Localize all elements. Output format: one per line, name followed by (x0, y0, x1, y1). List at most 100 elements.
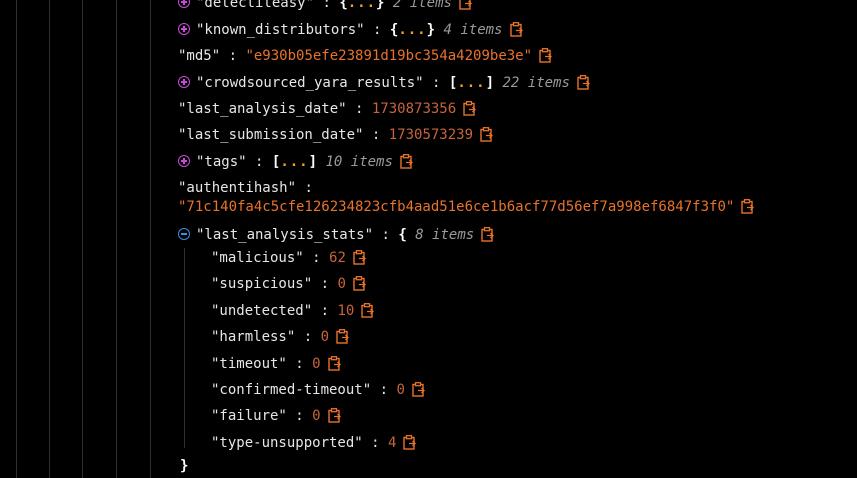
json-key: "malicious" (211, 250, 304, 266)
json-row-md5: "md5" : "e930b05efe23891d19bc354a4209be3… (178, 46, 552, 66)
json-key: "last_analysis_stats" (196, 227, 374, 243)
copy-icon[interactable] (336, 329, 349, 344)
json-separator: : (286, 408, 313, 424)
json-number-value: 1730873356 (371, 101, 457, 117)
expand-icon[interactable] (178, 155, 190, 167)
copy-icon[interactable] (463, 101, 477, 116)
stat-row-undetected: "undetected" : 10 (211, 301, 375, 321)
json-separator: : (314, 0, 340, 11)
json-key: "failure" (211, 408, 287, 424)
json-key: "timeout" (211, 356, 287, 372)
json-row-authentihash-key: "authentihash" : (178, 178, 313, 198)
json-key: "md5" (178, 48, 221, 64)
json-row-known-distributors: "known_distributors" : {...} 4 items (178, 20, 523, 40)
json-number-value: 4 (388, 435, 397, 451)
json-separator: : (364, 22, 390, 38)
json-separator: : (296, 180, 313, 196)
copy-icon[interactable] (353, 276, 366, 291)
stat-row-timeout: "timeout" : 0 (211, 354, 341, 374)
json-row-detectiteasy: "detectiteasy" : {...} 2 items (178, 0, 472, 13)
expand-icon[interactable] (178, 0, 190, 8)
copy-icon[interactable] (741, 199, 755, 214)
json-row-authentihash-value: "71c140fa4c5cfe126234823cfb4aad51e6ce1b6… (178, 197, 755, 217)
copy-icon[interactable] (403, 435, 417, 450)
json-separator: : (312, 303, 338, 319)
json-key: "last_submission_date" (178, 127, 364, 143)
json-number-value: 0 (312, 356, 321, 372)
copy-icon[interactable] (577, 75, 590, 90)
json-row-last-analysis-stats: "last_analysis_stats" : { 8 items (178, 225, 495, 245)
copy-icon[interactable] (400, 154, 413, 169)
stat-row-failure: "failure" : 0 (211, 406, 341, 426)
expand-icon[interactable] (178, 76, 190, 88)
indent-guide (16, 0, 17, 478)
json-separator: : (362, 435, 389, 451)
item-count: 2 items (392, 0, 452, 11)
indent-guide (184, 248, 185, 448)
collapse-icon[interactable] (178, 228, 190, 240)
copy-icon[interactable] (412, 382, 425, 397)
close-brace: } (426, 22, 436, 38)
copy-icon[interactable] (539, 48, 552, 63)
stat-row-harmless: "harmless" : 0 (211, 327, 349, 347)
copy-icon[interactable] (480, 127, 493, 142)
copy-icon[interactable] (327, 408, 341, 423)
json-key: "type-unsupported" (211, 435, 363, 451)
json-separator: : (371, 382, 397, 398)
ellipsis[interactable]: ... (348, 0, 376, 11)
stat-row-type-unsupported: "type-unsupported" : 4 (211, 433, 417, 453)
json-number-value: 0 (320, 329, 330, 345)
json-number-value: 62 (329, 250, 346, 266)
json-row-tags: "tags" : [...] 10 items (178, 152, 413, 172)
indent-guide (82, 0, 83, 478)
close-brace: } (180, 458, 189, 474)
json-row-close-stats: } (180, 456, 188, 476)
json-key: "tags" (196, 154, 247, 170)
json-separator: : (295, 329, 321, 345)
copy-icon[interactable] (353, 250, 366, 265)
ellipsis[interactable]: ... (280, 154, 308, 170)
json-string-value: "e930b05efe23891d19bc354a4209be3e" (245, 48, 533, 64)
json-key: "authentihash" (178, 180, 297, 196)
copy-icon[interactable] (509, 22, 523, 37)
json-separator: : (373, 227, 399, 243)
json-separator: : (363, 127, 389, 143)
json-key: "suspicious" (211, 276, 313, 292)
json-key: "last_analysis_date" (178, 101, 347, 117)
copy-icon[interactable] (481, 227, 495, 242)
json-key: "confirmed-timeout" (211, 382, 372, 398)
json-number-value: 0 (337, 276, 346, 292)
item-count: 8 items (415, 227, 475, 243)
copy-icon[interactable] (327, 356, 341, 371)
json-key: "detectiteasy" (196, 0, 315, 11)
item-count: 10 items (325, 154, 393, 170)
json-separator: : (246, 154, 272, 170)
indent-guide (150, 0, 151, 478)
stat-row-malicious: "malicious" : 62 (211, 248, 366, 268)
item-count: 4 items (443, 22, 503, 38)
close-bracket: ] (485, 75, 495, 91)
json-number-value: 0 (396, 382, 405, 398)
json-number-value: 1730573239 (388, 127, 474, 143)
ellipsis[interactable]: ... (457, 75, 485, 91)
json-key: "crowdsourced_yara_results" (196, 75, 424, 91)
close-bracket: ] (308, 154, 318, 170)
json-separator: : (286, 356, 313, 372)
expand-icon[interactable] (178, 23, 190, 35)
json-separator: : (312, 276, 338, 292)
json-row-last-submission-date: "last_submission_date" : 1730573239 (178, 125, 493, 145)
copy-icon[interactable] (459, 0, 472, 10)
open-brace: { (398, 227, 407, 243)
json-separator: : (346, 101, 372, 117)
open-brace: { (339, 0, 348, 11)
ellipsis[interactable]: ... (398, 22, 426, 38)
indent-guide (116, 0, 117, 478)
stat-row-suspicious: "suspicious" : 0 (211, 274, 366, 294)
item-count: 22 items (502, 75, 570, 91)
copy-icon[interactable] (361, 303, 375, 318)
stat-row-confirmed-timeout: "confirmed-timeout" : 0 (211, 380, 425, 400)
json-string-value: "71c140fa4c5cfe126234823cfb4aad51e6ce1b6… (178, 199, 735, 215)
json-key: "harmless" (211, 329, 296, 345)
json-separator: : (423, 75, 449, 91)
json-separator: : (220, 48, 246, 64)
